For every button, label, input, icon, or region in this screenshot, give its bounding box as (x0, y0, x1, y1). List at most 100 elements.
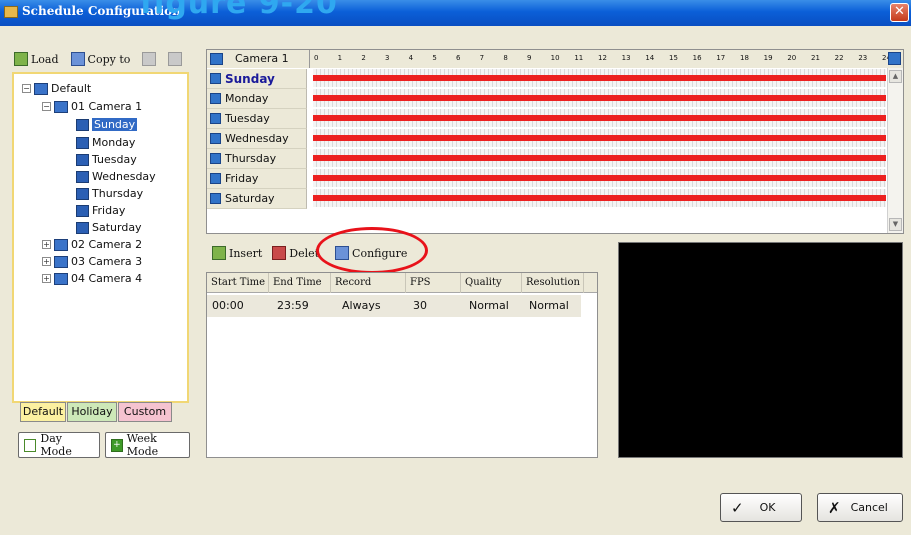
day-row-tuesday[interactable]: Tuesday (207, 109, 307, 129)
tree-camera-1[interactable]: − 01 Camera 1 (42, 98, 142, 115)
day-row-wednesday[interactable]: Wednesday (207, 129, 307, 149)
tree-day-sunday[interactable]: Sunday (76, 116, 138, 133)
tree-day-wednesday[interactable]: Wednesday (76, 168, 156, 185)
hour-label: 13 (621, 54, 631, 62)
tree-camera-3[interactable]: + 03 Camera 3 (42, 253, 142, 270)
schedule-table[interactable]: Start Time End Time Record FPS Quality R… (206, 272, 598, 458)
tree-day-friday[interactable]: Friday (76, 202, 125, 219)
hour-label: 19 (763, 54, 773, 62)
tab-holiday[interactable]: Holiday (67, 402, 117, 422)
tree-camera-2[interactable]: + 02 Camera 2 (42, 236, 142, 253)
day-row-saturday[interactable]: Saturday (207, 189, 307, 209)
cancel-button[interactable]: ✗ Cancel (817, 493, 903, 522)
schedule-track[interactable] (313, 169, 886, 187)
schedule-track[interactable] (313, 89, 886, 107)
collapse-icon[interactable]: − (42, 102, 51, 111)
hour-label: 14 (645, 54, 655, 62)
schedule-track[interactable] (313, 149, 886, 167)
hour-label: 9 (527, 54, 532, 62)
hour-label: 18 (740, 54, 749, 62)
schedule-track[interactable] (313, 129, 886, 147)
hour-label: 17 (716, 54, 726, 62)
hour-label: 5 (432, 54, 437, 62)
column-record[interactable]: Record (331, 273, 406, 293)
day-icon (76, 187, 89, 200)
schedule-track[interactable] (313, 189, 886, 207)
schedule-grid[interactable]: Camera 1 0 1 2 3 4 5 6 7 8 9 10 11 12 13 14 15 16 17 18 19 2… (206, 49, 904, 234)
cell-end-time: 23:59 (277, 299, 309, 312)
expand-icon[interactable]: + (42, 240, 51, 249)
schedule-bar[interactable] (313, 155, 886, 161)
expand-icon[interactable]: + (42, 274, 51, 283)
tree-day-thursday[interactable]: Thursday (76, 185, 143, 202)
collapse-icon[interactable]: − (22, 84, 31, 93)
day-mode-icon (24, 438, 37, 452)
day-icon (76, 204, 89, 217)
table-row[interactable]: 00:00 23:59 Always 30 Normal Normal (207, 295, 581, 317)
hour-label: 10 (550, 54, 560, 62)
schedule-bar[interactable] (313, 175, 886, 181)
day-row-icon (210, 133, 221, 144)
hour-label: 8 (503, 54, 508, 62)
schedule-track[interactable] (313, 69, 886, 87)
day-row-monday[interactable]: Monday (207, 89, 307, 109)
tree-day-saturday[interactable]: Saturday (76, 219, 142, 236)
close-icon: ✕ (894, 4, 905, 19)
insert-button[interactable]: Insert (212, 246, 262, 260)
remove-icon (168, 52, 183, 66)
day-row-label: Wednesday (225, 132, 289, 145)
column-fps[interactable]: FPS (406, 273, 461, 293)
hour-label: 23 (858, 54, 868, 62)
hour-label: 12 (598, 54, 607, 62)
vertical-scrollbar[interactable]: ▲ ▼ (887, 68, 903, 233)
scroll-down-icon[interactable]: ▼ (889, 218, 902, 231)
remove-button[interactable] (168, 52, 183, 66)
tree-day-tuesday[interactable]: Tuesday (76, 151, 137, 168)
day-row-friday[interactable]: Friday (207, 169, 307, 189)
column-resolution[interactable]: Resolution (522, 273, 584, 293)
delete-button[interactable]: Delet (272, 246, 319, 260)
day-icon (76, 221, 89, 234)
title-bar: Schedule Configuration figure 9-20 ✕ (0, 0, 911, 26)
scroll-up-icon[interactable]: ▲ (889, 70, 902, 83)
camera-tree[interactable]: − Default − 01 Camera 1 Sunday Monday Tu… (12, 72, 189, 403)
day-row-thursday[interactable]: Thursday (207, 149, 307, 169)
schedule-bar[interactable] (313, 95, 886, 101)
expand-icon[interactable]: + (42, 257, 51, 266)
load-icon (14, 52, 28, 66)
hour-label: 0 (314, 54, 319, 62)
column-end-time[interactable]: End Time (269, 273, 331, 293)
schedule-bar[interactable] (313, 75, 886, 81)
day-row-sunday[interactable]: Sunday (207, 69, 307, 89)
hour-label: 6 (456, 54, 461, 62)
load-button[interactable]: Load (14, 52, 59, 66)
cell-quality: Normal (469, 299, 509, 312)
hour-label: 11 (574, 54, 584, 62)
hour-label: 20 (787, 54, 797, 62)
schedule-bar[interactable] (313, 115, 886, 121)
tree-camera-4[interactable]: + 04 Camera 4 (42, 270, 142, 287)
schedule-bar[interactable] (313, 135, 886, 141)
overlay-title: figure 9-20 (140, 0, 338, 21)
week-mode-button[interactable]: + Week Mode (105, 432, 190, 458)
day-row-label: Thursday (225, 152, 277, 165)
day-row-icon (210, 93, 221, 104)
schedule-bar[interactable] (313, 195, 886, 201)
insert-icon (212, 246, 226, 260)
schedule-track[interactable] (313, 109, 886, 127)
camera-icon (54, 238, 68, 251)
hour-label: 1 (337, 54, 343, 62)
close-button[interactable]: ✕ (890, 3, 909, 22)
tree-root[interactable]: − Default (22, 80, 91, 97)
tab-custom[interactable]: Custom (118, 402, 172, 422)
day-row-icon (210, 173, 221, 184)
column-start-time[interactable]: Start Time (207, 273, 269, 293)
ok-button[interactable]: ✓ OK (720, 493, 802, 522)
day-mode-button[interactable]: Day Mode (18, 432, 100, 458)
copy-to-button[interactable]: Copy to (70, 52, 130, 66)
column-quality[interactable]: Quality (461, 273, 522, 293)
tab-default[interactable]: Default (20, 402, 66, 422)
day-row-icon (210, 113, 221, 124)
paste-button[interactable] (142, 52, 157, 66)
tree-day-monday[interactable]: Monday (76, 134, 135, 151)
